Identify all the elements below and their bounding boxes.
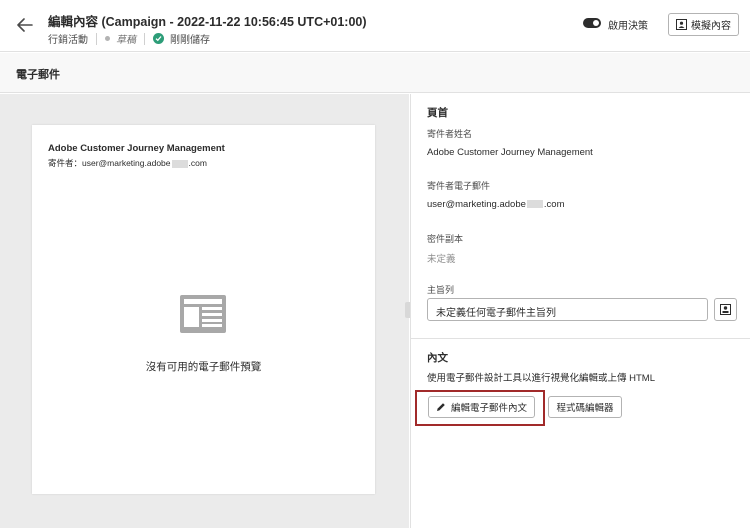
status-badge: 草稿: [116, 35, 136, 46]
sender-email-end: .com: [543, 199, 565, 210]
body-heading: 內文: [427, 352, 448, 364]
from-prefix: 寄件者：: [48, 158, 83, 168]
section-bar: 電子郵件: [0, 53, 750, 93]
status-line: 行銷活動 草稿 剛剛儲存: [48, 31, 210, 46]
no-preview-message: 沒有可用的電子郵件預覽: [145, 361, 262, 373]
top-header: 編輯內容 (Campaign - 2022-11-22 10:56:45 UTC…: [0, 0, 750, 52]
arrow-left-icon: [17, 18, 33, 32]
redacted-block: [171, 159, 188, 168]
panel-divider: [411, 338, 750, 339]
simulate-content-button[interactable]: 模擬內容: [668, 13, 739, 36]
decision-toggle[interactable]: [583, 18, 601, 28]
redacted-block: [526, 200, 543, 209]
code-editor-label: 程式碼編輯器: [556, 403, 614, 414]
bcc-label: 密件副本: [427, 234, 464, 244]
preview-sender-address: 寄件者：user@marketing.adobe .com: [48, 157, 207, 169]
separator: [96, 32, 97, 45]
sender-name-label: 寄件者姓名: [427, 129, 473, 139]
sender-email-start: user@marketing.adobe: [427, 199, 526, 210]
breadcrumb: 行銷活動: [48, 35, 88, 46]
properties-panel: 頁首 寄件者姓名 Adobe Customer Journey Manageme…: [410, 94, 750, 528]
subject-label: 主旨列: [427, 285, 455, 295]
from-address-start: user@marketing.adobe: [82, 158, 171, 168]
header-heading: 頁首: [427, 107, 448, 119]
personalization-button[interactable]: [714, 298, 737, 321]
toggle-label: 啟用決策: [608, 21, 648, 32]
section-title: 電子郵件: [16, 69, 60, 81]
from-address-end: .com: [188, 158, 207, 168]
back-button[interactable]: [14, 14, 36, 36]
page-title: 編輯內容 (Campaign - 2022-11-22 10:56:45 UTC…: [48, 15, 367, 29]
preview-area: Adobe Customer Journey Management 寄件者：us…: [0, 94, 409, 528]
simulate-content-label: 模擬內容: [691, 21, 731, 32]
email-preview-card: Adobe Customer Journey Management 寄件者：us…: [32, 125, 375, 494]
personalization-icon: [720, 304, 731, 315]
body-description: 使用電子郵件設計工具以進行視覺化編輯或上傳 HTML: [427, 373, 656, 384]
bcc-value: 未定義: [427, 254, 456, 265]
separator: [144, 32, 145, 45]
preview-sender-name: Adobe Customer Journey Management: [48, 143, 225, 154]
edit-email-body-button[interactable]: 編輯電子郵件內文: [428, 396, 535, 418]
edit-email-body-label: 編輯電子郵件內文: [450, 403, 527, 414]
simulate-icon: [676, 19, 687, 30]
email-template-icon: [180, 295, 226, 333]
subject-input[interactable]: 未定義任何電子郵件主旨列: [427, 298, 708, 321]
status-dot-icon: [105, 36, 110, 41]
sender-name-value: Adobe Customer Journey Management: [427, 147, 593, 158]
sender-email-label: 寄件者電子郵件: [427, 181, 491, 191]
checkmark-circle-icon: [153, 33, 164, 44]
code-editor-button[interactable]: 程式碼編輯器: [548, 396, 622, 418]
sender-email-value: user@marketing.adobe .com: [427, 199, 565, 210]
pencil-icon: [436, 403, 445, 411]
saved-status: 剛剛儲存: [170, 35, 210, 46]
